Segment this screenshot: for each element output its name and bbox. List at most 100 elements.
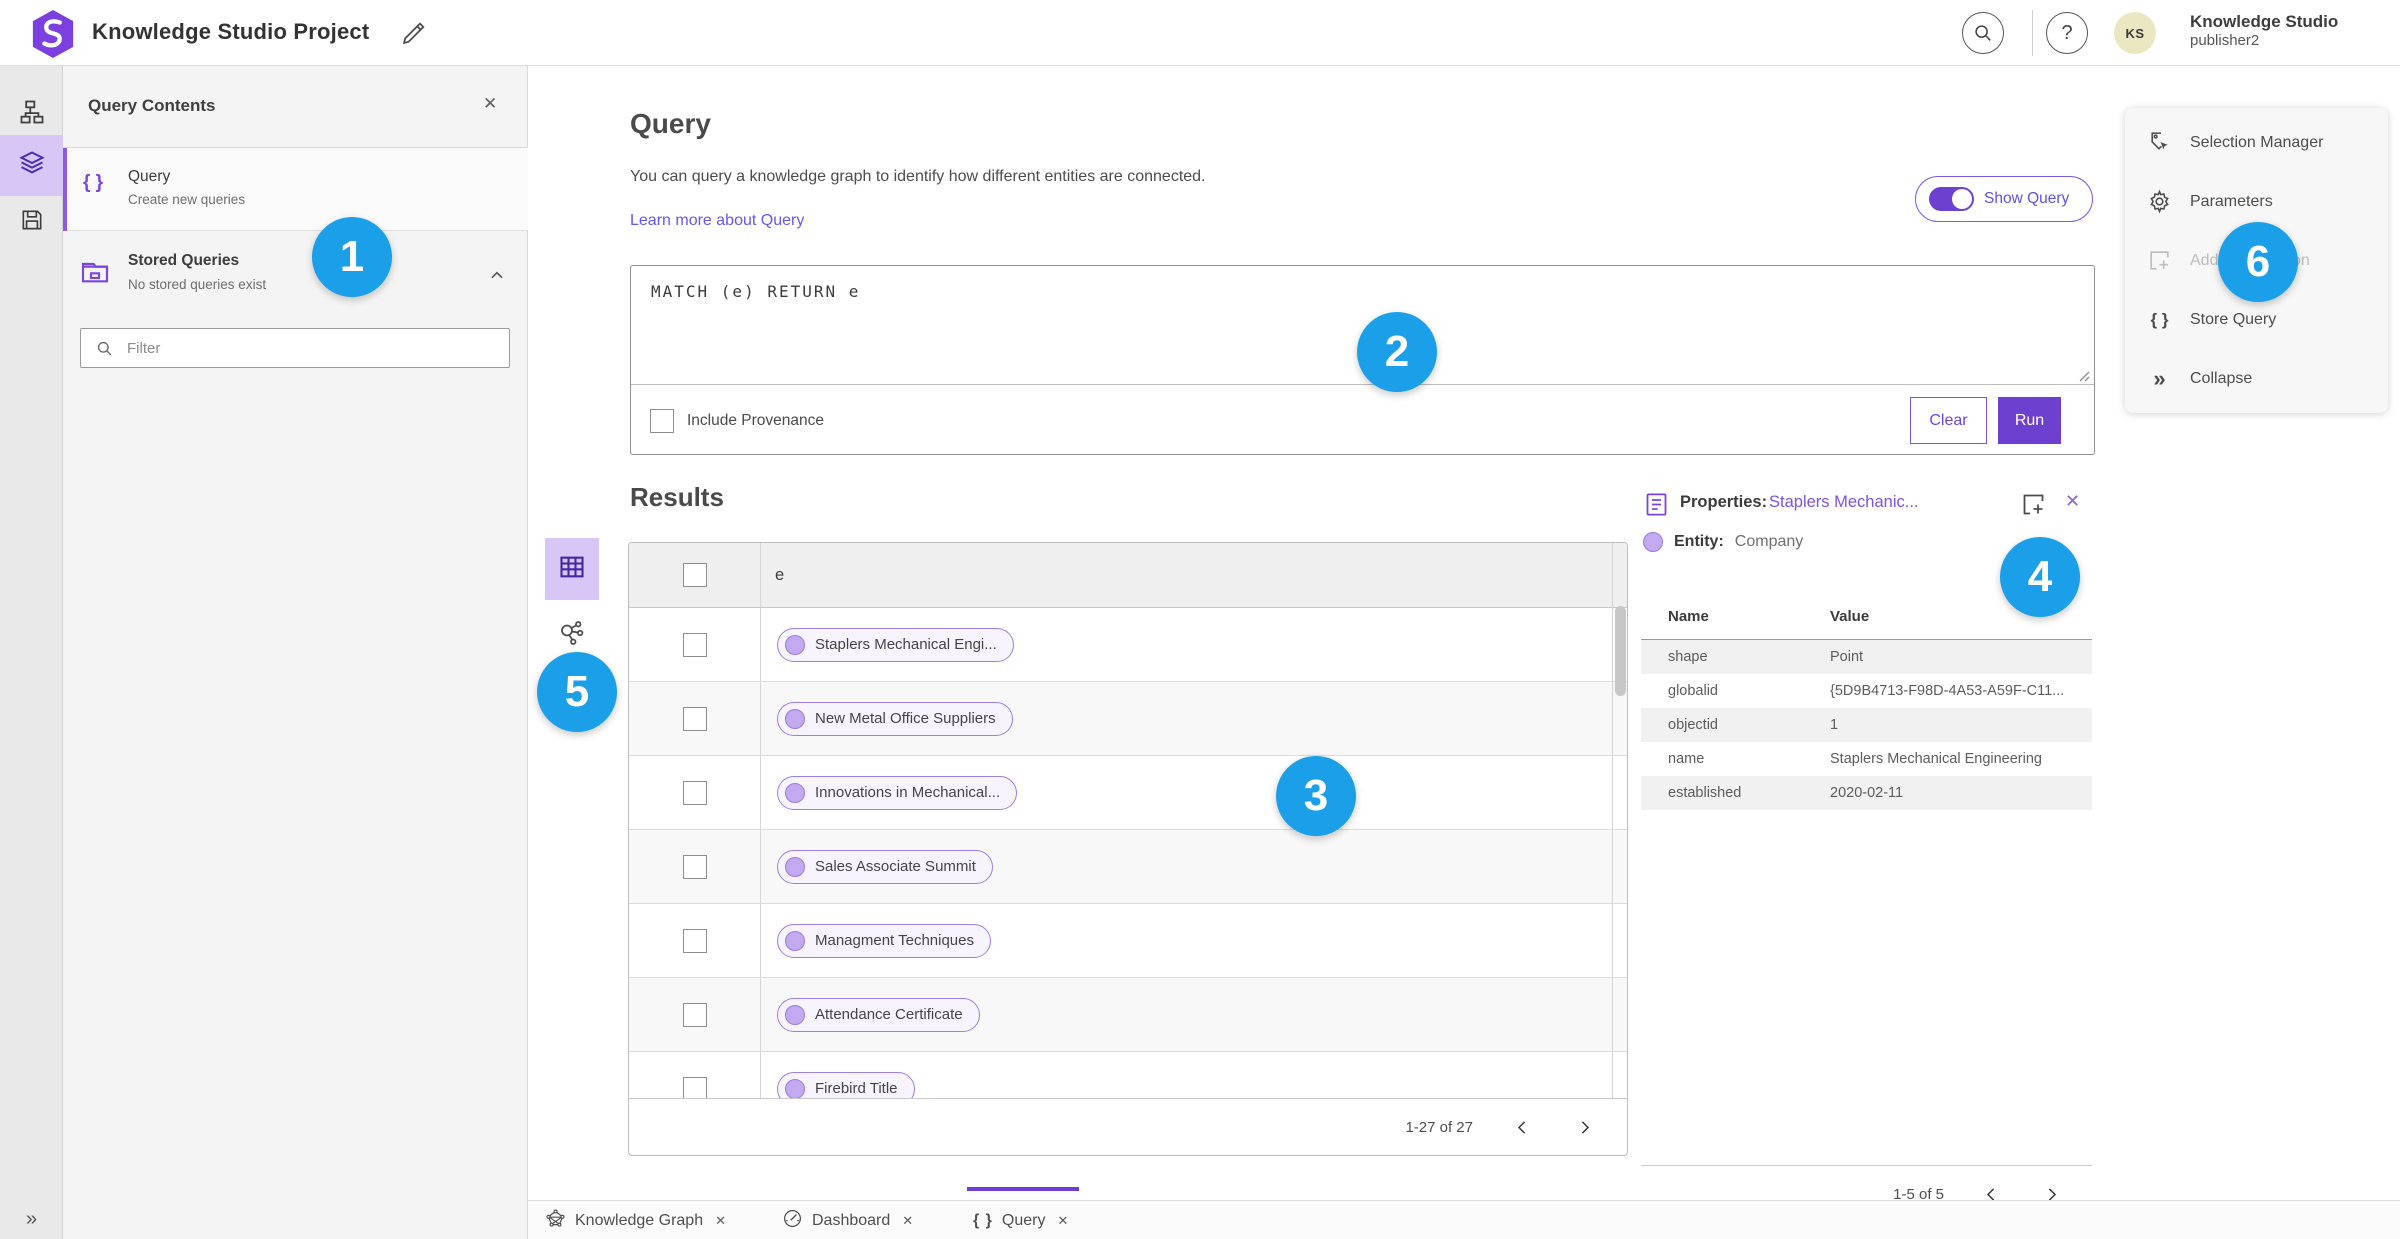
query-item-label: Query bbox=[128, 168, 171, 185]
close-tab-icon[interactable]: ✕ bbox=[712, 1213, 726, 1229]
table-view-button[interactable] bbox=[545, 538, 599, 600]
property-row[interactable]: globalid {5D9B4713-F98D-4A53-A59F-C11... bbox=[1641, 674, 2092, 708]
property-row[interactable]: shape Point bbox=[1641, 640, 2092, 674]
help-glyph: ? bbox=[2061, 21, 2073, 44]
entity-pill[interactable]: Attendance Certificate bbox=[777, 997, 980, 1032]
include-provenance-checkbox[interactable] bbox=[650, 408, 674, 433]
show-query-label: Show Query bbox=[1984, 190, 2070, 207]
entity-pill[interactable]: New Metal Office Suppliers bbox=[777, 701, 1013, 736]
results-scrollbar-thumb[interactable] bbox=[1615, 606, 1626, 696]
sidebar-item-query[interactable]: { } Query Create new queries bbox=[63, 148, 528, 231]
add-to-selection-icon[interactable] bbox=[2020, 491, 2047, 523]
run-button[interactable]: Run bbox=[1998, 397, 2061, 444]
sidebar-item-stored-queries[interactable]: Stored Queries No stored queries exist bbox=[63, 240, 528, 314]
entity-pill-label: Innovations in Mechanical... bbox=[815, 784, 1001, 801]
learn-more-link[interactable]: Learn more about Query bbox=[630, 212, 804, 230]
close-panel-icon[interactable]: ✕ bbox=[483, 94, 497, 114]
scrollbar-track bbox=[1612, 543, 1613, 1100]
tab-label: Dashboard bbox=[812, 1211, 891, 1229]
table-row[interactable]: New Metal Office Suppliers bbox=[629, 682, 1627, 756]
entity-dot-icon bbox=[785, 1004, 805, 1025]
property-row[interactable]: established 2020-02-11 bbox=[1641, 776, 2092, 810]
callout-badge-4: 4 bbox=[2000, 537, 2080, 617]
active-tab-indicator bbox=[967, 1187, 1079, 1191]
tab-label: Query bbox=[1001, 1211, 1046, 1229]
chevron-up-icon[interactable] bbox=[487, 266, 507, 291]
next-page-icon[interactable] bbox=[1571, 1114, 1597, 1140]
entity-pill[interactable]: Managment Techniques bbox=[777, 923, 991, 958]
properties-rows: shape Point globalid {5D9B4713-F98D-4A53… bbox=[1641, 640, 2092, 810]
property-name: name bbox=[1668, 751, 1705, 767]
results-table-body: Staplers Mechanical Engi... New Metal Of… bbox=[629, 608, 1627, 1100]
row-checkbox[interactable] bbox=[682, 632, 707, 657]
table-row[interactable]: Sales Associate Summit bbox=[629, 830, 1627, 904]
graph-view-button[interactable] bbox=[557, 618, 587, 648]
menu-item-selection-manager[interactable]: Selection Manager bbox=[2125, 113, 2388, 172]
table-row[interactable]: Attendance Certificate bbox=[629, 978, 1627, 1052]
table-row[interactable]: Firebird Title bbox=[629, 1052, 1627, 1100]
layers-icon bbox=[18, 149, 46, 182]
dashboard-gauge-icon bbox=[782, 1208, 803, 1234]
query-text-input[interactable]: MATCH (e) RETURN e bbox=[651, 282, 860, 301]
entity-dot-icon bbox=[785, 634, 805, 655]
callout-badge-3: 3 bbox=[1276, 756, 1356, 836]
save-rail-button[interactable] bbox=[0, 192, 63, 253]
properties-entity-link[interactable]: Staplers Mechanic... bbox=[1769, 493, 1918, 512]
row-checkbox[interactable] bbox=[682, 1076, 707, 1100]
show-query-toggle[interactable]: Show Query bbox=[1915, 176, 2093, 222]
help-button[interactable]: ? bbox=[2046, 12, 2088, 54]
layers-rail-button[interactable] bbox=[0, 135, 63, 196]
filter-field bbox=[80, 328, 510, 368]
close-tab-icon[interactable]: ✕ bbox=[899, 1213, 913, 1229]
user-role: publisher2 bbox=[2190, 32, 2260, 50]
table-row[interactable]: Innovations in Mechanical... bbox=[629, 756, 1627, 830]
query-description: You can query a knowledge graph to ident… bbox=[630, 168, 1206, 185]
braces-icon: { } bbox=[973, 1211, 993, 1229]
row-checkbox[interactable] bbox=[682, 706, 707, 731]
toggle-knob bbox=[1952, 189, 1972, 209]
knowledge-studio-logo-icon bbox=[30, 9, 76, 59]
clear-button[interactable]: Clear bbox=[1910, 397, 1987, 444]
hierarchy-icon bbox=[18, 98, 46, 131]
menu-item-collapse[interactable]: » Collapse bbox=[2125, 349, 2388, 408]
select-all-checkbox[interactable] bbox=[682, 563, 707, 587]
document-tab-bar: Knowledge Graph ✕ Dashboard ✕ { } Query … bbox=[528, 1200, 2400, 1239]
edit-title-icon[interactable] bbox=[400, 19, 428, 47]
entity-pill[interactable]: Firebird Title bbox=[777, 1071, 915, 1100]
entity-type-value: Company bbox=[1734, 533, 1804, 550]
row-checkbox[interactable] bbox=[682, 780, 707, 805]
table-row[interactable]: Managment Techniques bbox=[629, 904, 1627, 978]
user-menu[interactable]: Knowledge Studio publisher2 bbox=[2190, 11, 2338, 51]
row-checkbox[interactable] bbox=[682, 1002, 707, 1027]
row-checkbox[interactable] bbox=[682, 928, 707, 953]
table-row[interactable]: Staplers Mechanical Engi... bbox=[629, 608, 1627, 682]
tab-knowledge-graph[interactable]: Knowledge Graph ✕ bbox=[545, 1201, 726, 1239]
editor-footer: Include Provenance Clear Run bbox=[631, 385, 2094, 456]
double-chevron-right-icon: » bbox=[2153, 365, 2166, 391]
toggle-switch[interactable] bbox=[1929, 187, 1974, 211]
filter-input[interactable] bbox=[127, 330, 502, 366]
close-properties-icon[interactable]: ✕ bbox=[2065, 491, 2080, 512]
tab-dashboard[interactable]: Dashboard ✕ bbox=[782, 1201, 913, 1239]
property-row[interactable]: objectid 1 bbox=[1641, 708, 2092, 742]
expand-rail-button[interactable]: » bbox=[0, 1208, 63, 1231]
properties-title: Properties: bbox=[1680, 493, 1768, 511]
gear-icon bbox=[2146, 189, 2173, 214]
prev-page-icon[interactable] bbox=[1509, 1114, 1535, 1140]
property-row[interactable]: name Staplers Mechanical Engineering bbox=[1641, 742, 2092, 776]
menu-item-label: Store Query bbox=[2190, 310, 2277, 328]
tab-query[interactable]: { } Query ✕ bbox=[973, 1201, 1068, 1239]
results-pagination: 1-27 of 27 bbox=[629, 1098, 1627, 1155]
callout-badge-1: 1 bbox=[312, 217, 392, 297]
search-button[interactable] bbox=[1962, 12, 2004, 54]
entity-pill[interactable]: Sales Associate Summit bbox=[777, 849, 993, 884]
entity-pill[interactable]: Innovations in Mechanical... bbox=[777, 775, 1018, 810]
close-tab-icon[interactable]: ✕ bbox=[1054, 1213, 1068, 1229]
entity-dot-icon bbox=[785, 930, 805, 951]
entity-pill[interactable]: Staplers Mechanical Engi... bbox=[777, 627, 1014, 662]
include-provenance-option[interactable]: Include Provenance bbox=[650, 408, 824, 433]
avatar[interactable]: KS bbox=[2114, 12, 2156, 54]
column-header-e: e bbox=[775, 565, 785, 584]
row-checkbox[interactable] bbox=[682, 854, 707, 879]
property-value: 1 bbox=[1830, 717, 1839, 733]
